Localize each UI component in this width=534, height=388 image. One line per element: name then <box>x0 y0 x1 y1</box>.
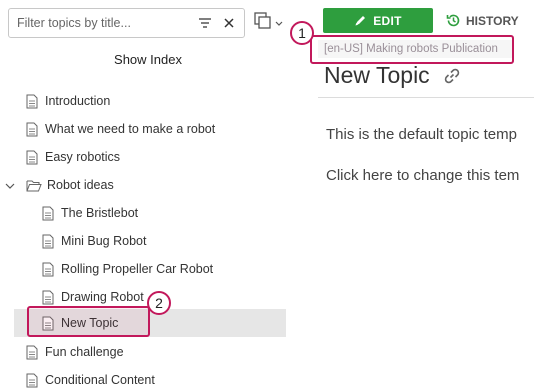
document-icon <box>26 93 40 109</box>
edit-label: EDIT <box>373 13 402 28</box>
chevron-down-icon <box>275 14 283 32</box>
tree-item-rolling-propeller-car-robot[interactable]: Rolling Propeller Car Robot <box>42 256 213 282</box>
tree-item-label: Introduction <box>45 94 111 108</box>
document-icon <box>42 261 56 277</box>
page-title: New Topic <box>324 62 462 89</box>
tree-item-label: Easy robotics <box>45 150 121 164</box>
folder-open-icon <box>26 177 42 193</box>
document-icon <box>26 121 40 137</box>
callout-badge-2: 2 <box>147 291 171 315</box>
tree-item-label: Robot ideas <box>47 178 114 192</box>
topic-title-text: New Topic <box>324 62 430 88</box>
history-button[interactable]: HISTORY <box>446 8 519 33</box>
tree-item-label: The Bristlebot <box>61 206 139 220</box>
tree-item-label: Drawing Robot <box>61 290 144 304</box>
title-divider <box>318 97 534 98</box>
tree-item-label: What we need to make a robot <box>45 122 216 136</box>
document-icon <box>42 233 56 249</box>
tree-item-mini-bug-robot[interactable]: Mini Bug Robot <box>42 228 146 254</box>
filter-icon[interactable] <box>194 12 216 34</box>
tree-item-bristlebot[interactable]: The Bristlebot <box>42 200 138 226</box>
tree-item-what-we-need[interactable]: What we need to make a robot <box>26 116 215 142</box>
tree-item-conditional-content[interactable]: Conditional Content <box>26 367 155 388</box>
document-icon <box>26 372 40 388</box>
tree-item-label: Rolling Propeller Car Robot <box>61 262 214 276</box>
pencil-icon <box>354 14 367 27</box>
topic-paragraph: This is the default topic temp <box>326 126 517 143</box>
tree-item-introduction[interactable]: Introduction <box>26 88 110 114</box>
tree-item-robot-ideas[interactable]: Robot ideas <box>26 172 114 198</box>
document-icon <box>42 205 56 221</box>
edit-button[interactable]: EDIT <box>323 8 433 33</box>
filter-topics-field[interactable] <box>8 8 245 38</box>
close-icon[interactable] <box>218 12 240 34</box>
document-icon <box>26 149 40 165</box>
tree-item-label: Conditional Content <box>45 373 155 387</box>
tree-item-easy-robotics[interactable]: Easy robotics <box>26 144 120 170</box>
callout-highlight-publication <box>310 35 514 64</box>
copy-icon <box>254 11 272 35</box>
link-icon[interactable] <box>442 66 462 86</box>
show-index-link[interactable]: Show Index <box>0 52 296 67</box>
callout-highlight-new-topic <box>27 306 150 337</box>
copy-dropdown-button[interactable] <box>254 11 288 35</box>
document-icon <box>42 289 56 305</box>
filter-topics-input[interactable] <box>17 16 194 30</box>
tree-item-label: Mini Bug Robot <box>61 234 147 248</box>
tree-item-fun-challenge[interactable]: Fun challenge <box>26 339 124 365</box>
chevron-down-icon[interactable] <box>4 179 16 191</box>
topic-paragraph-link[interactable]: Click here to change this tem <box>326 167 519 184</box>
tree-item-label: Fun challenge <box>45 345 124 359</box>
callout-badge-1: 1 <box>290 21 314 45</box>
history-label: HISTORY <box>466 13 519 28</box>
history-icon <box>446 13 461 28</box>
document-icon <box>26 344 40 360</box>
